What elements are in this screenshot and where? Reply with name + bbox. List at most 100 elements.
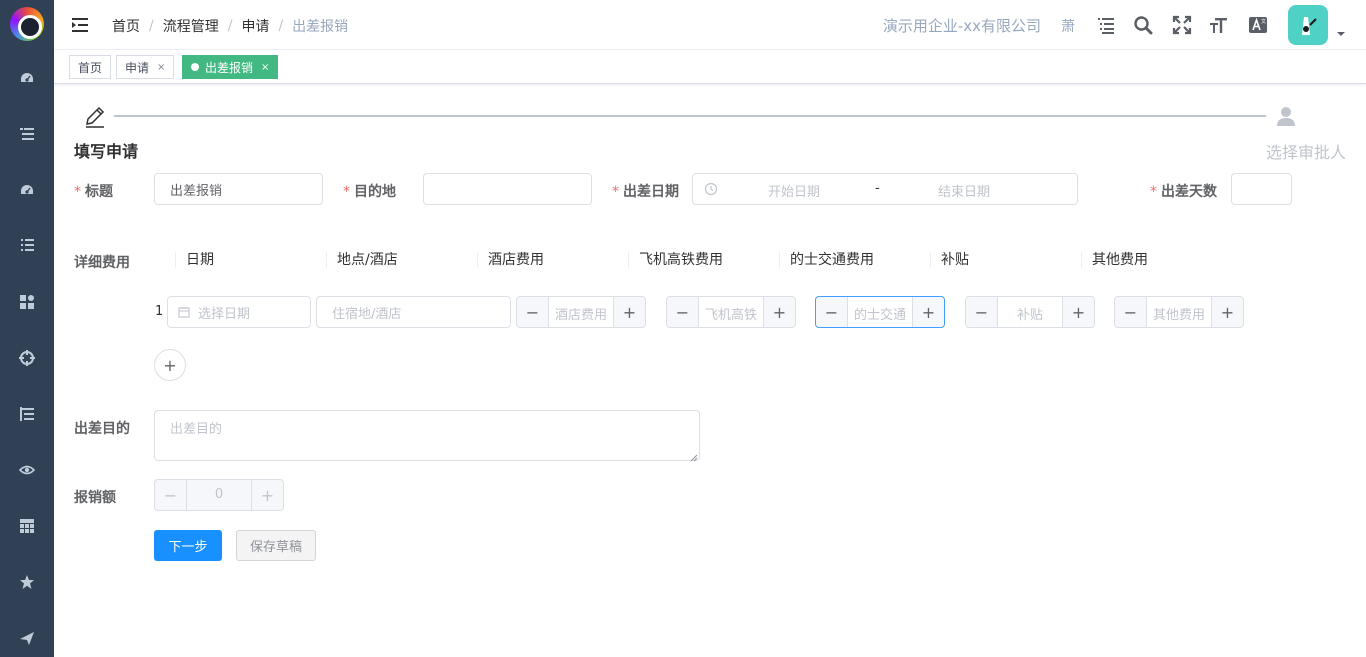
- title-label: * 标题: [74, 184, 113, 200]
- tag-travel-expense[interactable]: 出差报销 ×: [182, 55, 279, 79]
- fullscreen-icon[interactable]: [1171, 14, 1193, 36]
- translate-icon[interactable]: 文: [1247, 14, 1269, 36]
- clock-icon: [704, 182, 718, 196]
- tag-apply[interactable]: 申请 ×: [116, 55, 175, 79]
- row-index: 1: [155, 304, 164, 319]
- column-header-place: 地点/酒店: [326, 252, 398, 268]
- eye-icon[interactable]: [17, 460, 37, 480]
- company-name: 演示用企业-xx有限公司: [882, 17, 1041, 35]
- title-input[interactable]: 出差报销: [154, 173, 323, 205]
- close-icon[interactable]: ×: [261, 62, 269, 73]
- breadcrumb-current: 出差报销: [292, 19, 349, 35]
- grid-icon[interactable]: [17, 292, 37, 312]
- font-size-icon[interactable]: [1208, 14, 1230, 36]
- travel-date-label: * 出差日期: [612, 184, 679, 200]
- detail-expenses-label: 详细费用: [74, 255, 130, 271]
- app-logo[interactable]: [10, 7, 44, 41]
- decrement-button[interactable]: −: [816, 297, 848, 327]
- search-icon[interactable]: [1132, 14, 1154, 36]
- taxi-cost-input[interactable]: 的士交通: [848, 304, 912, 323]
- tags-view: 首页 申请 × 出差报销 ×: [54, 50, 1366, 84]
- decrement-button[interactable]: −: [1115, 297, 1147, 327]
- expense-date-placeholder: 选择日期: [198, 306, 251, 322]
- flight-train-cost-stepper[interactable]: − 飞机高铁 +: [666, 296, 796, 328]
- reimbursement-amount-stepper: − 0 +: [154, 479, 284, 511]
- increment-button[interactable]: +: [613, 297, 645, 327]
- expense-date-input[interactable]: 选择日期: [167, 296, 311, 328]
- user-name[interactable]: 萧: [1061, 16, 1075, 36]
- tag-home[interactable]: 首页: [69, 55, 112, 79]
- step-title-select-approver: 选择审批人: [1266, 143, 1347, 162]
- tag-label: 首页: [78, 60, 103, 75]
- decrement-button[interactable]: −: [517, 297, 549, 327]
- other-cost-input[interactable]: 其他费用: [1147, 304, 1211, 323]
- breadcrumb-item[interactable]: 流程管理: [163, 16, 219, 36]
- hamburger-icon[interactable]: [70, 15, 90, 35]
- active-dot-icon: [191, 63, 199, 71]
- other-cost-stepper[interactable]: − 其他费用 +: [1114, 296, 1244, 328]
- tree-list-icon[interactable]: [17, 404, 37, 424]
- dashboard-icon[interactable]: [17, 68, 37, 88]
- next-step-button[interactable]: 下一步: [154, 530, 222, 561]
- save-draft-button[interactable]: 保存草稿: [236, 530, 316, 561]
- sidebar: [0, 0, 54, 657]
- travel-days-input[interactable]: [1231, 173, 1292, 205]
- step-connector: [114, 115, 1266, 117]
- reimbursement-amount-label: 报销额: [74, 490, 116, 506]
- decrement-button[interactable]: −: [966, 297, 998, 327]
- top-navbar: 首页 / 流程管理 / 申请 / 出差报销 演示用企业-xx有限公司 萧 文: [54, 0, 1366, 50]
- increment-button[interactable]: +: [1211, 297, 1243, 327]
- date-range-picker[interactable]: 开始日期 - 结束日期: [692, 173, 1078, 205]
- send-icon[interactable]: [17, 628, 37, 648]
- column-header-subsidy: 补贴: [930, 252, 969, 268]
- increment-button[interactable]: +: [912, 297, 944, 327]
- purpose-placeholder: 出差目的: [170, 422, 223, 437]
- hotel-cost-stepper[interactable]: − 酒店费用 +: [516, 296, 646, 328]
- purpose-textarea[interactable]: 出差目的: [154, 410, 700, 462]
- taxi-cost-stepper[interactable]: − 的士交通 +: [815, 296, 945, 328]
- table-icon[interactable]: [17, 516, 37, 536]
- column-header-flight-train-cost: 飞机高铁费用: [628, 252, 723, 268]
- flight-train-cost-input[interactable]: 飞机高铁: [699, 304, 763, 323]
- avatar[interactable]: [1288, 5, 1328, 45]
- tag-label: 出差报销: [205, 60, 254, 75]
- subsidy-input[interactable]: 补贴: [998, 304, 1062, 323]
- list-search-icon[interactable]: [1095, 14, 1117, 36]
- end-date-input[interactable]: 结束日期: [889, 181, 1039, 200]
- purpose-label: 出差目的: [74, 421, 130, 437]
- column-header-taxi-cost: 的士交通费用: [779, 252, 874, 268]
- list-icon[interactable]: [17, 235, 37, 255]
- column-header-hotel-cost: 酒店费用: [477, 252, 544, 268]
- edit-icon: [82, 104, 108, 130]
- decrement-button[interactable]: −: [667, 297, 699, 327]
- increment-button[interactable]: +: [1062, 297, 1094, 327]
- column-header-date: 日期: [175, 252, 214, 268]
- close-icon[interactable]: ×: [157, 62, 165, 73]
- dashboard-icon[interactable]: [17, 180, 37, 200]
- star-icon[interactable]: [17, 572, 37, 592]
- expense-place-input[interactable]: 住宿地/酒店: [316, 296, 511, 328]
- increment-button[interactable]: +: [763, 297, 795, 327]
- chevron-down-icon[interactable]: [1336, 28, 1346, 38]
- decrement-button: −: [155, 480, 187, 510]
- breadcrumb-item[interactable]: 首页: [112, 16, 140, 36]
- subsidy-stepper[interactable]: − 补贴 +: [965, 296, 1095, 328]
- breadcrumb-separator: /: [149, 18, 154, 34]
- add-row-button[interactable]: +: [154, 349, 186, 381]
- target-icon[interactable]: [17, 348, 37, 368]
- list-icon[interactable]: [17, 124, 37, 144]
- destination-label: * 目的地: [343, 184, 396, 200]
- travel-days-label: * 出差天数: [1150, 184, 1217, 200]
- step-title-fill-form: 填写申请: [74, 142, 139, 161]
- hotel-cost-input[interactable]: 酒店费用: [549, 304, 613, 323]
- destination-input[interactable]: [423, 173, 592, 205]
- start-date-input[interactable]: 开始日期: [719, 181, 869, 200]
- resize-handle-icon[interactable]: [690, 451, 698, 462]
- breadcrumb-separator: /: [227, 18, 233, 34]
- tag-label: 申请: [125, 60, 150, 75]
- range-separator: -: [875, 181, 880, 196]
- calendar-icon: [178, 306, 190, 318]
- reimbursement-amount-value: 0: [214, 487, 224, 502]
- breadcrumb-item[interactable]: 申请: [241, 16, 269, 36]
- breadcrumb-separator: /: [278, 18, 284, 34]
